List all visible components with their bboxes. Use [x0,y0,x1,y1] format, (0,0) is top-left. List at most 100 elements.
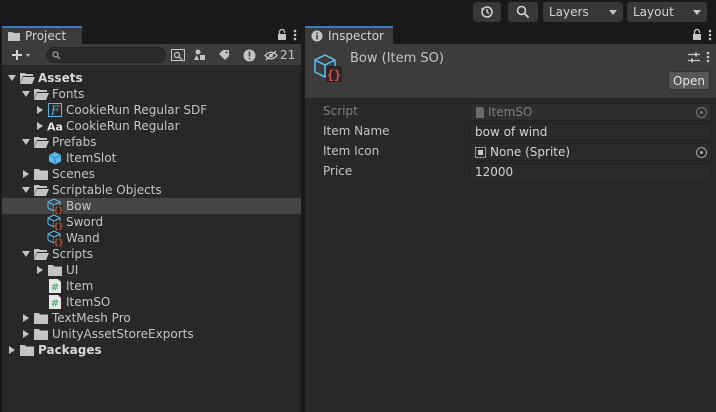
chevron-right-icon[interactable] [35,121,45,131]
chevron-right-icon[interactable] [21,169,31,179]
svg-text:{}: {} [327,68,341,82]
folder-open-icon [33,87,49,101]
tree-item[interactable]: {} Sword [2,214,301,230]
tree-item[interactable]: Scripts [2,246,301,262]
svg-text:{}: {} [54,238,63,247]
svg-text:#: # [51,299,59,310]
filter-log-button[interactable] [238,47,260,63]
tag-icon [219,50,229,60]
price-label: Price [323,164,353,178]
tree-item[interactable]: UnityAssetStoreExports [2,326,301,342]
tree-item[interactable]: Scenes [2,166,301,182]
object-picker-icon [696,107,707,118]
hidden-packages-toggle[interactable]: 21 [264,47,298,63]
layers-label: Layers [549,5,589,19]
svg-text:Aa: Aa [47,121,63,133]
chevron-right-icon[interactable] [35,105,45,115]
tree-item[interactable]: ItemSlot [2,150,301,166]
field-item-name: Item Name bow of wind [305,123,716,141]
script-object-field: ItemSO [470,103,712,121]
item-icon-value: None (Sprite) [490,145,571,159]
chevron-right-icon[interactable] [35,265,45,275]
svg-text:F: F [50,104,60,118]
inspector-header: {} Bow (Item SO) Open [305,44,716,99]
presets-icon[interactable] [688,52,700,63]
tree-item[interactable]: F CookieRun Regular SDF [2,102,301,118]
tab-inspector-label: Inspector [328,29,384,43]
chevron-down-icon [609,9,617,15]
editor-toolbar: Layers Layout [0,0,716,24]
folder-icon [19,343,35,357]
project-search-input[interactable] [46,47,166,63]
item-name-input[interactable]: bow of wind [470,123,712,141]
tree-item[interactable]: Aa CookieRun Regular [2,118,301,134]
tree-item-label: TextMesh Pro [52,311,131,325]
search-button[interactable] [508,2,538,22]
scriptable-object-icon: {} [47,214,63,231]
chevron-down-icon[interactable] [21,185,31,195]
chevron-down-icon[interactable] [21,137,31,147]
lock-icon[interactable] [692,29,702,41]
layout-dropdown[interactable]: Layout [627,2,707,22]
history-icon [481,6,493,18]
price-input[interactable]: 12000 [470,163,712,181]
undo-history-button[interactable] [473,2,501,22]
tree-item-label: UnityAssetStoreExports [52,327,194,341]
layers-dropdown[interactable]: Layers [543,2,623,22]
tree-item-label: ItemSlot [66,151,117,165]
tree-item[interactable]: Scriptable Objects [2,182,301,198]
chevron-down-icon[interactable] [21,89,31,99]
tree-item[interactable]: Fonts [2,86,301,102]
search-by-type-button[interactable] [167,47,189,63]
tree-item-label: Scriptable Objects [52,183,162,197]
filter-by-label-button[interactable] [213,47,235,63]
shapes-icon [194,49,205,60]
inspector-header-controls [688,51,710,63]
tree-item[interactable]: Packages [2,342,301,358]
create-button[interactable] [6,47,40,63]
tab-project[interactable]: Project [2,26,82,44]
tree-item-label: Bow [66,199,92,213]
tree-item[interactable]: UI [2,262,301,278]
tree-item-label: CookieRun Regular [66,119,180,133]
item-icon-object-field[interactable]: None (Sprite) [470,143,712,161]
hidden-count: 21 [280,48,296,62]
chevron-down-icon[interactable] [7,73,17,83]
tree-item[interactable]: # ItemSO [2,294,301,310]
folder-open-icon [33,135,49,149]
folder-icon [33,167,49,181]
kebab-menu-icon[interactable] [293,29,297,41]
lock-icon[interactable] [277,29,287,41]
chevron-right-icon[interactable] [21,313,31,323]
tree-item[interactable]: {} Wand [2,230,301,246]
tree-item[interactable]: Prefabs [2,134,301,150]
plus-icon [12,50,30,60]
chevron-right-icon[interactable] [7,345,17,355]
filter-by-type-button[interactable] [189,47,211,63]
prefab-icon [47,151,63,165]
font-icon: Aa [47,119,63,133]
tree-item[interactable]: # Item [2,278,301,294]
chevron-down-icon[interactable] [21,249,31,259]
inspector-tabbar: Inspector [305,26,716,44]
tree-item-label: Prefabs [52,135,97,149]
project-tabbar: Project [2,26,301,44]
tree-item-label: Item [66,279,94,293]
scriptable-object-icon: {} [47,198,63,214]
kebab-menu-icon[interactable] [708,29,712,41]
chevron-right-icon[interactable] [21,329,31,339]
field-script: Script ItemSO [305,103,716,121]
inspector-tab-controls [692,27,712,43]
open-button[interactable]: Open [668,71,710,90]
object-picker-icon[interactable] [696,147,707,158]
tree-item-label: Packages [38,343,102,357]
kebab-menu-icon[interactable] [706,51,710,63]
tab-inspector[interactable]: Inspector [305,26,393,44]
svg-text:#: # [51,283,59,294]
tree-item[interactable]: {} Bow [2,198,301,214]
svg-text:{}: {} [54,222,63,231]
tree-item[interactable]: TextMesh Pro [2,310,301,326]
tree-item-label: Scripts [52,247,94,261]
tree-item[interactable]: Assets [2,70,301,86]
